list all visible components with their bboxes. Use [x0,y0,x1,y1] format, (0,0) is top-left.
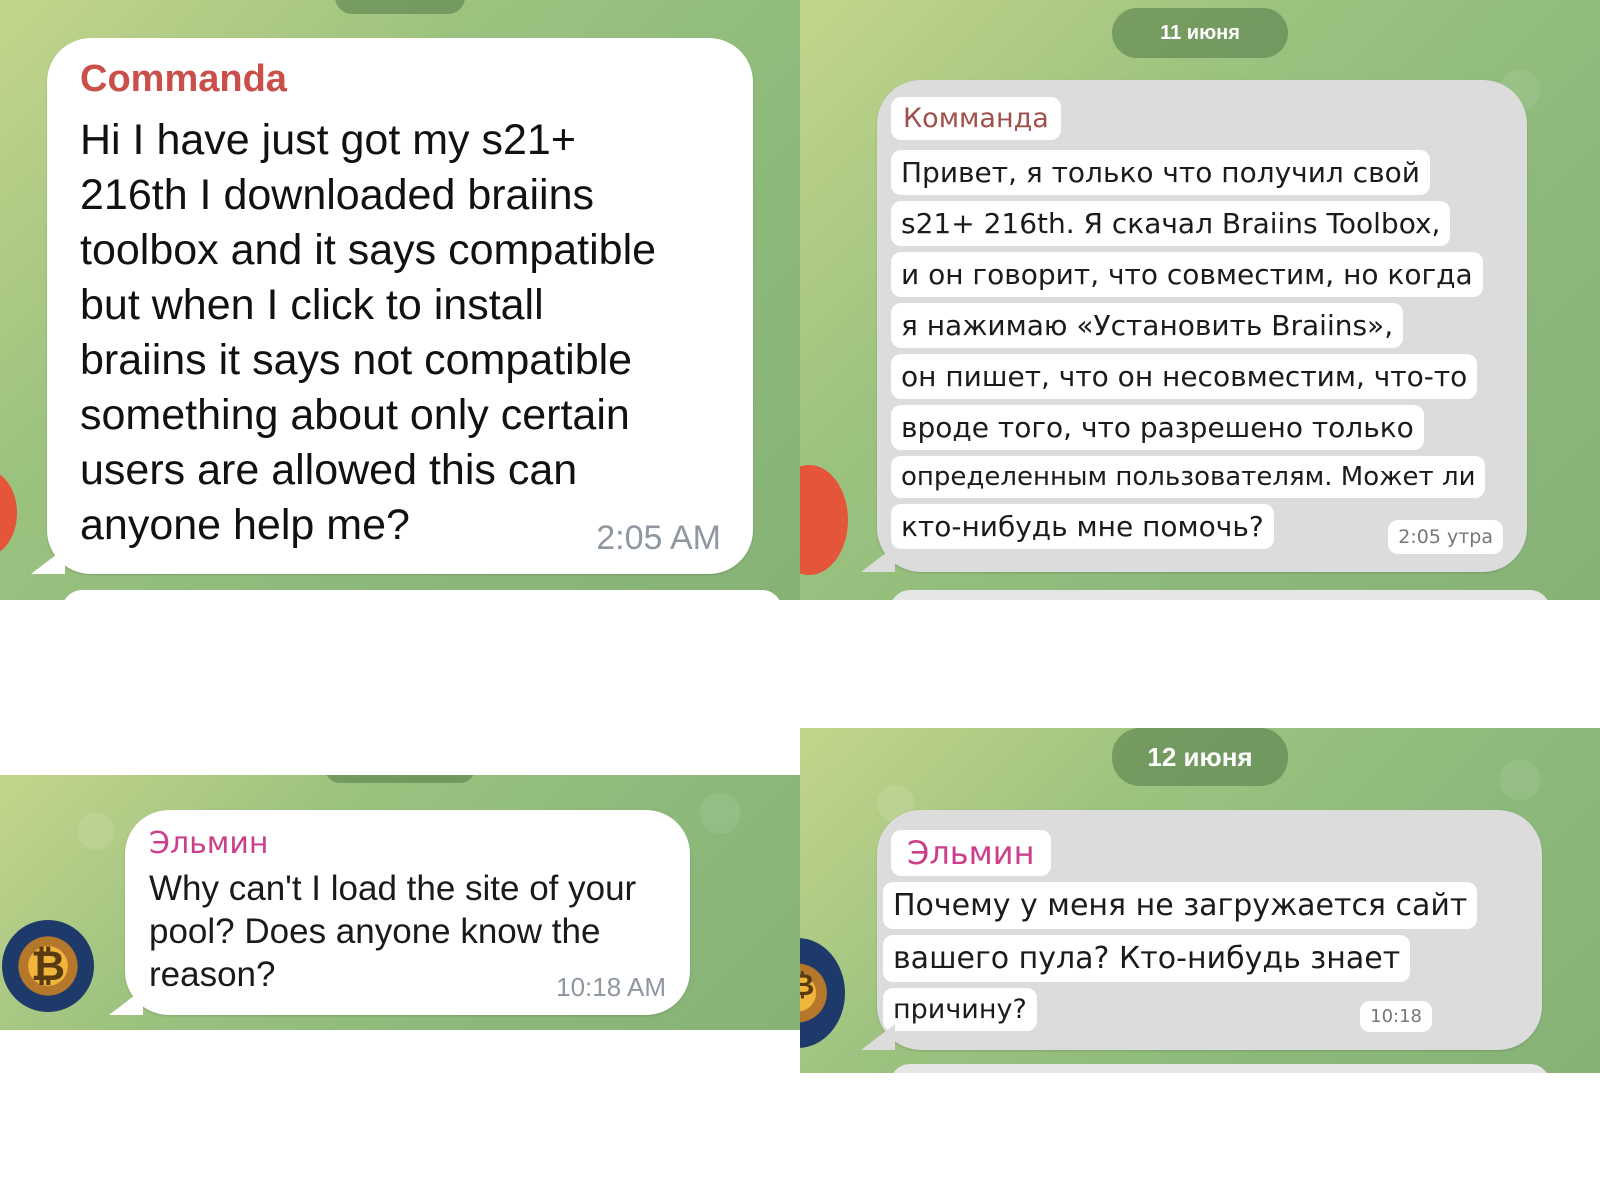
message-line: anyone help me? [80,501,410,549]
message-line: он пишет, что он несовместим, что-то [891,354,1478,399]
message-text: Hi I have just got my s21+ 216th I downl… [80,113,656,553]
message-bubble[interactable]: Комманда Привет, я только что получил св… [877,80,1527,572]
message-line: определенным пользователям. Может ли [891,456,1486,498]
message-line: вроде того, что разрешено только [891,405,1424,450]
sender-name[interactable]: Commanda [80,58,287,101]
message-line: but when I click to install [80,281,544,329]
message-line: s21+ 216th. Я скачал Braiins Toolbox, [891,201,1451,246]
message-bubble[interactable]: Commanda Hi I have just got my s21+ 216t… [47,38,753,574]
message-bubble[interactable]: Эльмин Почему у меня не загружается сайт… [877,810,1542,1050]
message-time: 10:18 [1360,1001,1432,1032]
message-line: Почему у меня не загружается сайт [883,882,1478,929]
message-line: something about only certain [80,391,630,439]
message-bubble[interactable]: Эльмин Why can't I load the site of your… [125,810,690,1015]
sender-name[interactable]: Эльмин [891,830,1051,876]
next-message-peek [890,1064,1550,1073]
sender-name[interactable]: Комманда [891,97,1061,140]
date-pill-hidden [335,0,465,14]
sender-avatar[interactable] [0,470,17,556]
message-line: причину? [883,988,1037,1031]
message-line: braiins it says not compatible [80,336,633,384]
date-pill: 12 июня [1112,728,1288,786]
sender-avatar[interactable]: ₿ [2,920,94,1012]
chat-panel-bottom-right: 12 июня ₿ Эльмин Почему у меня не загруж… [800,728,1600,1073]
message-time: 2:05 утра [1388,520,1503,554]
message-line: и он говорит, что совместим, но когда [891,252,1483,297]
message-line: вашего пула? Кто-нибудь знает [883,935,1411,982]
message-line: users are allowed this can [80,446,578,494]
message-line: Why can't I load the site of your [149,869,637,908]
message-line: pool? Does anyone know the [149,912,601,951]
date-pill: 11 июня [1112,8,1288,58]
message-line: кто-нибудь мне помочь? [891,504,1274,549]
message-text: Привет, я только что получил свой s21+ 2… [891,150,1486,555]
sender-name[interactable]: Эльмин [149,826,269,861]
chat-panel-top-right: 11 июня Комманда Привет, я только что по… [800,0,1600,600]
message-time: 10:18 AM [556,972,666,1002]
message-time: 2:05 AM [596,519,721,557]
chat-panel-top-left: Commanda Hi I have just got my s21+ 216t… [0,0,800,600]
next-message-peek [62,590,782,600]
sender-avatar[interactable] [800,465,848,575]
message-line: Привет, я только что получил свой [891,150,1430,195]
message-line: 216th I downloaded braiins [80,171,594,219]
message-line: toolbox and it says compatible [80,226,657,274]
bitcoin-icon: ₿ [800,968,815,1003]
date-pill-hidden [325,775,475,783]
chat-panel-bottom-left: ₿ Эльмин Why can't I load the site of yo… [0,775,800,1030]
bitcoin-icon: ₿ [30,941,66,990]
message-line: я нажимаю «Установить Braiins», [891,303,1404,348]
next-message-peek [890,590,1550,600]
message-line: Hi I have just got my s21+ [80,116,576,164]
sender-avatar[interactable]: ₿ [800,938,845,1048]
